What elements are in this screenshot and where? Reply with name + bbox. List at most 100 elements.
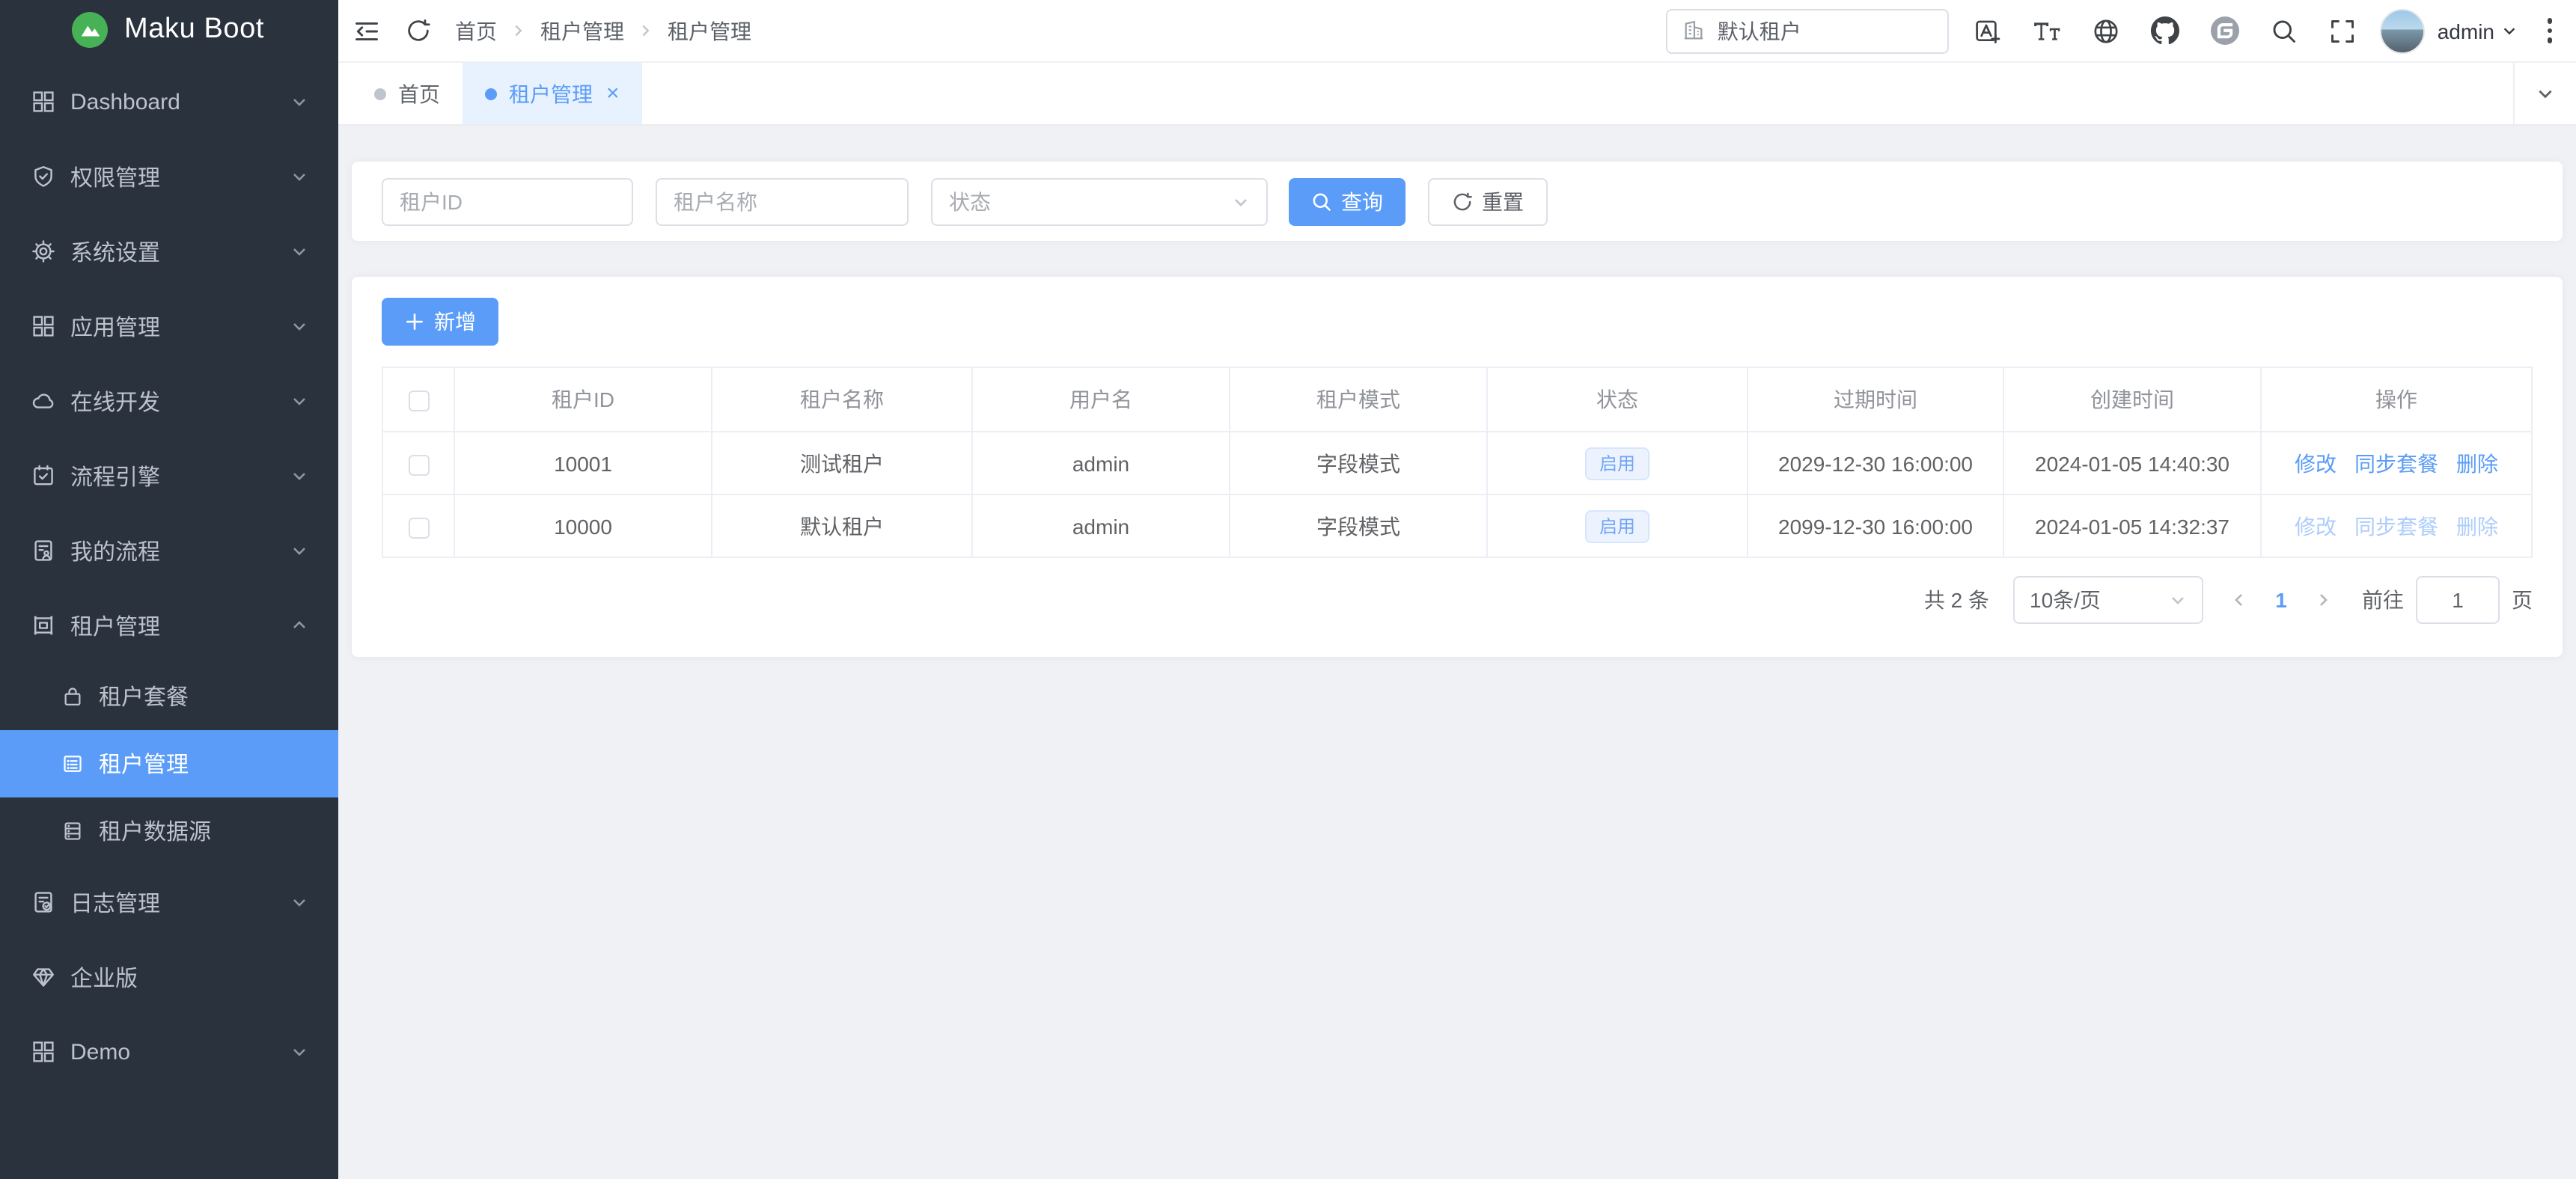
- sidebar-item-tenant-management[interactable]: 租户管理: [0, 588, 338, 663]
- page-unit-label: 页: [2512, 585, 2533, 615]
- grid-icon: [31, 314, 55, 338]
- modify-link[interactable]: 修改: [2295, 451, 2337, 475]
- user-menu[interactable]: admin: [2438, 19, 2517, 43]
- cloud-icon: [31, 389, 55, 413]
- calendar-check-icon: [31, 464, 55, 488]
- chevron-down-icon: [290, 893, 308, 911]
- tab-label: 首页: [398, 79, 440, 108]
- col-expire-time: 过期时间: [1748, 367, 2003, 432]
- search-icon[interactable]: [2271, 17, 2298, 44]
- sidebar-item-enterprise[interactable]: 企业版: [0, 940, 338, 1014]
- page-size-select[interactable]: 10条/页: [2013, 576, 2203, 624]
- breadcrumb-tenant-mgmt[interactable]: 租户管理: [540, 16, 624, 46]
- search-button[interactable]: 查询: [1289, 177, 1405, 225]
- goto-page-input[interactable]: [2416, 576, 2500, 624]
- header-right: 默认租户: [1667, 8, 2558, 53]
- more-options-icon[interactable]: [2541, 13, 2558, 49]
- sidebar-item-my-workflow[interactable]: 我的流程: [0, 513, 338, 588]
- cell-username: admin: [972, 494, 1230, 557]
- cell-tenant-id: 10001: [454, 432, 712, 494]
- pager: 1: [2218, 576, 2344, 624]
- refresh-icon: [1452, 191, 1473, 212]
- page-number[interactable]: 1: [2260, 588, 2302, 612]
- tab-home[interactable]: 首页: [352, 63, 463, 124]
- status-select[interactable]: 状态: [931, 177, 1268, 225]
- cell-expire-time: 2099-12-30 16:00:00: [1748, 494, 2003, 557]
- cell-mode: 字段模式: [1230, 432, 1487, 494]
- username-label: admin: [2438, 19, 2494, 43]
- list-card-icon: [61, 753, 84, 775]
- font-size-icon[interactable]: [2033, 17, 2062, 44]
- table-row: 10001 测试租户 admin 字段模式 启用 2029-12-30 16:0…: [382, 432, 2532, 494]
- chevron-right-icon: [510, 22, 527, 39]
- tenant-id-input[interactable]: [382, 177, 633, 225]
- chevron-down-icon: [290, 542, 308, 560]
- sidebar-subitem-tenant-datasource[interactable]: 租户数据源: [0, 797, 338, 865]
- cell-create-time: 2024-01-05 14:32:37: [2003, 494, 2261, 557]
- document-check-icon: [31, 890, 55, 914]
- tab-bar: 首页 租户管理 ×: [338, 63, 2576, 126]
- sidebar-item-dashboard[interactable]: Dashboard: [0, 64, 338, 139]
- app-logo[interactable]: Maku Boot: [0, 0, 338, 60]
- add-button[interactable]: 新增: [382, 298, 498, 346]
- sidebar-item-workflow-engine[interactable]: 流程引擎: [0, 438, 338, 513]
- app-window: Maku Boot Dashboard 权限管理 系统设置 应用管理: [0, 0, 2576, 1179]
- sidebar-item-app-management[interactable]: 应用管理: [0, 289, 338, 364]
- breadcrumb-home[interactable]: 首页: [455, 16, 497, 46]
- user-avatar[interactable]: [2381, 8, 2426, 53]
- sidebar: Maku Boot Dashboard 权限管理 系统设置 应用管理: [0, 0, 338, 1179]
- sidebar-item-log-management[interactable]: 日志管理: [0, 865, 338, 940]
- sidebar-subitem-tenant-package[interactable]: 租户套餐: [0, 663, 338, 730]
- delete-link[interactable]: 删除: [2456, 451, 2498, 475]
- chevron-down-icon: [1232, 192, 1250, 210]
- delete-link-disabled: 删除: [2456, 514, 2498, 538]
- refresh-icon[interactable]: [406, 18, 431, 43]
- tab-label: 租户管理: [509, 79, 593, 108]
- tenant-table-card: 新增 租户ID 租户名称 用户名 租户模式 状态: [352, 277, 2563, 657]
- cell-tenant-id: 10000: [454, 494, 712, 557]
- app-title: Maku Boot: [124, 13, 264, 46]
- page-size-value: 10条/页: [2030, 585, 2101, 615]
- cell-mode: 字段模式: [1230, 494, 1487, 557]
- search-icon: [1311, 191, 1332, 212]
- collapse-sidebar-icon[interactable]: [353, 17, 380, 44]
- tab-tenant-management[interactable]: 租户管理 ×: [463, 63, 642, 124]
- col-mode: 租户模式: [1230, 367, 1487, 432]
- select-all-checkbox[interactable]: [408, 391, 429, 411]
- chevron-down-icon: [290, 168, 308, 186]
- sidebar-item-online-dev[interactable]: 在线开发: [0, 364, 338, 438]
- grid-icon: [31, 90, 55, 114]
- cell-tenant-name: 默认租户: [712, 494, 972, 557]
- fullscreen-icon[interactable]: [2330, 17, 2357, 44]
- chevron-down-icon: [290, 93, 308, 111]
- sidebar-item-system-settings[interactable]: 系统设置: [0, 214, 338, 289]
- add-button-label: 新增: [434, 307, 476, 337]
- col-actions: 操作: [2261, 367, 2532, 432]
- next-page-icon[interactable]: [2302, 576, 2344, 624]
- globe-icon[interactable]: [2093, 17, 2120, 44]
- diamond-icon: [31, 965, 55, 989]
- close-icon[interactable]: ×: [606, 82, 620, 105]
- tab-dropdown-button[interactable]: [2513, 63, 2576, 124]
- tenant-select[interactable]: 默认租户: [1667, 8, 1950, 53]
- sidebar-item-permissions[interactable]: 权限管理: [0, 139, 338, 214]
- prev-page-icon[interactable]: [2218, 576, 2260, 624]
- main-area: 首页 租户管理 租户管理 默认租户: [338, 0, 2576, 1179]
- col-username: 用户名: [972, 367, 1230, 432]
- chevron-down-icon: [2500, 22, 2517, 39]
- sync-package-link-disabled: 同步套餐: [2354, 514, 2438, 538]
- sync-package-link[interactable]: 同步套餐: [2354, 451, 2438, 475]
- sidebar-subitem-tenant-management[interactable]: 租户管理: [0, 730, 338, 797]
- tenant-name-input[interactable]: [656, 177, 909, 225]
- total-count-label: 共 2 条: [1924, 585, 1989, 615]
- row-checkbox[interactable]: [408, 517, 429, 538]
- sidebar-item-demo[interactable]: Demo: [0, 1014, 338, 1089]
- cell-create-time: 2024-01-05 14:40:30: [2003, 432, 2261, 494]
- translate-icon[interactable]: [1975, 17, 2002, 44]
- reset-button[interactable]: 重置: [1428, 177, 1548, 225]
- github-icon[interactable]: [2152, 16, 2180, 45]
- chevron-down-icon: [290, 242, 308, 260]
- gitee-icon[interactable]: [2212, 16, 2240, 45]
- row-checkbox[interactable]: [408, 454, 429, 475]
- breadcrumb: 首页 租户管理 租户管理: [455, 16, 751, 46]
